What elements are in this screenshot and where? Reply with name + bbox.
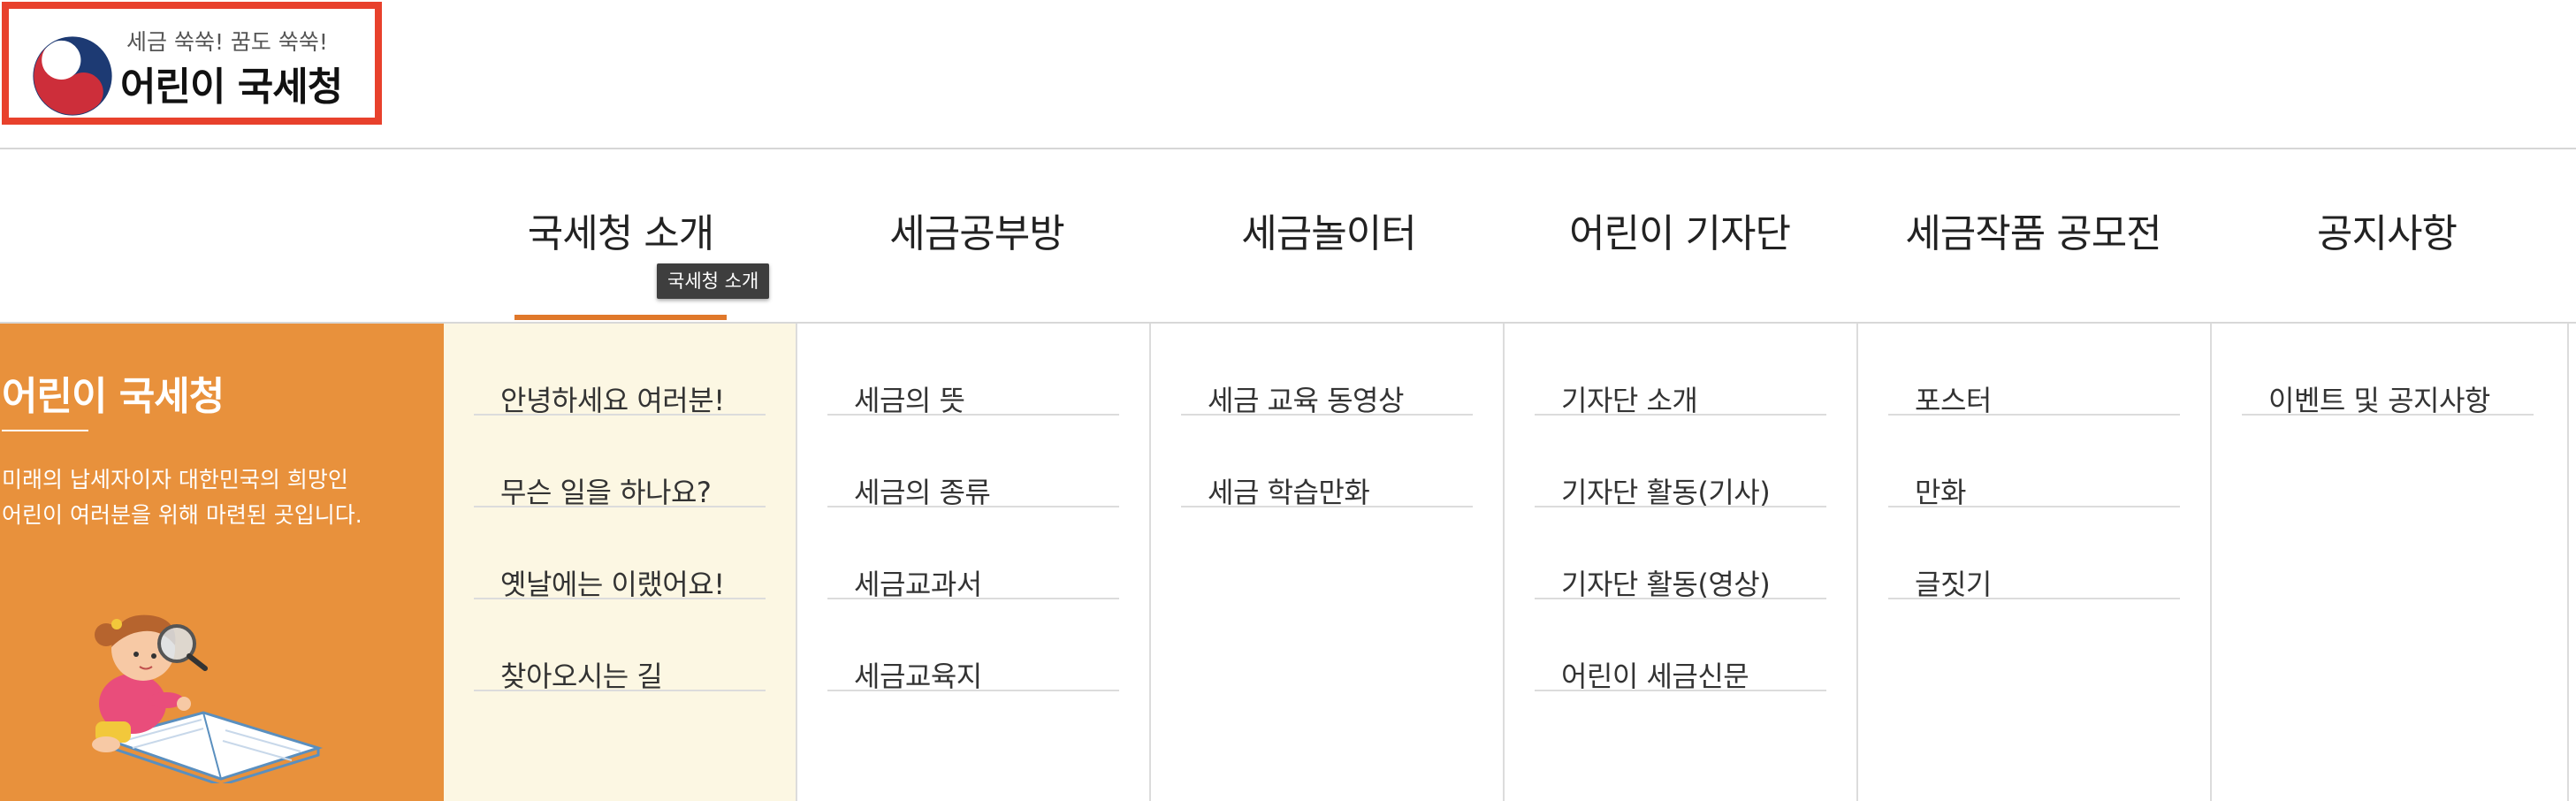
submenu-item-tax-textbook[interactable]: 세금교과서 bbox=[827, 507, 1119, 601]
submenu-item-label: 찾아오시는 길 bbox=[500, 660, 663, 693]
gnb-tooltip: 국세청 소개 bbox=[657, 263, 770, 299]
intro-desc-line-2: 어린이 여러분을 위해 마련된 곳입니다. bbox=[2, 502, 362, 528]
submenu-item-tax-education-paper[interactable]: 세금교육지 bbox=[827, 599, 1119, 693]
submenu-item-label: 기자단 활동(기사) bbox=[1561, 476, 1771, 509]
submenu-item-label: 세금 학습만화 bbox=[1208, 476, 1370, 509]
intro-description: 미래의 납세자이자 대한민국의 희망인 어린이 여러분을 위해 마련된 곳입니다… bbox=[2, 462, 362, 533]
gnb-item-tax-art-contest[interactable]: 세금작품 공모전 bbox=[1892, 202, 2175, 263]
logo-slogan: 세금 쑥쑥! 꿈도 쑥쑥! bbox=[126, 29, 328, 55]
submenu-item-label: 어린이 세금신문 bbox=[1561, 660, 1749, 693]
submenu-item-what-we-do[interactable]: 무슨 일을 하나요? bbox=[474, 416, 766, 509]
intro-panel: 어린이 국세청 미래의 납세자이자 대한민국의 희망인 어린이 여러분을 위해 … bbox=[0, 324, 444, 801]
submenu-item-essay[interactable]: 글짓기 bbox=[1888, 507, 2180, 601]
gnb-active-underline bbox=[514, 315, 727, 320]
submenu-item-reporters-articles[interactable]: 기자단 활동(기사) bbox=[1535, 416, 1826, 509]
submenu-item-tax-comic[interactable]: 세금 학습만화 bbox=[1181, 416, 1473, 509]
submenu-item-label: 세금교육지 bbox=[854, 660, 982, 693]
submenu-item-kids-tax-newspaper[interactable]: 어린이 세금신문 bbox=[1535, 599, 1826, 693]
submenu-item-label: 옛날에는 이랬어요! bbox=[500, 568, 725, 601]
logo-site-name: 어린이 국세청 bbox=[120, 65, 343, 110]
submenu-item-label: 기자단 활동(영상) bbox=[1561, 568, 1771, 601]
submenu-right-edge bbox=[2567, 324, 2576, 801]
submenu-item-label: 세금의 뜻 bbox=[854, 384, 965, 417]
submenu-col-tax-playground: 세금 교육 동영상 세금 학습만화 bbox=[1149, 324, 1505, 801]
submenu-col-notices: 이벤트 및 공지사항 bbox=[2210, 324, 2567, 801]
intro-title: 어린이 국세청 bbox=[2, 374, 225, 419]
submenu-item-label: 무슨 일을 하나요? bbox=[500, 476, 712, 509]
submenu-item-history[interactable]: 옛날에는 이랬어요! bbox=[474, 507, 766, 601]
header-divider bbox=[0, 148, 2576, 149]
intro-desc-line-1: 미래의 납세자이자 대한민국의 희망인 bbox=[2, 467, 348, 492]
submenu-item-poster[interactable]: 포스터 bbox=[1888, 324, 2180, 417]
taegeuk-emblem-icon bbox=[33, 36, 112, 116]
submenu-col-kid-reporters: 기자단 소개 기자단 활동(기사) 기자단 활동(영상) 어린이 세금신문 bbox=[1503, 324, 1858, 801]
submenu-item-label: 세금 교육 동영상 bbox=[1208, 384, 1404, 417]
submenu-item-label: 포스터 bbox=[1915, 384, 1992, 417]
submenu-item-tax-meaning[interactable]: 세금의 뜻 bbox=[827, 324, 1119, 417]
submenu-item-label: 만화 bbox=[1915, 476, 1966, 509]
submenu-item-label: 기자단 소개 bbox=[1561, 384, 1698, 417]
submenu-col-nts-intro: 안녕하세요 여러분! 무슨 일을 하나요? 옛날에는 이랬어요! 찾아오시는 길 bbox=[444, 324, 797, 801]
gnb-item-notices[interactable]: 공지사항 bbox=[2281, 202, 2493, 263]
submenu-item-tax-video[interactable]: 세금 교육 동영상 bbox=[1181, 324, 1473, 417]
submenu-item-hello[interactable]: 안녕하세요 여러분! bbox=[474, 324, 766, 417]
gnb-item-kid-reporters[interactable]: 어린이 기자단 bbox=[1556, 202, 1803, 263]
gnb-item-tax-study-room[interactable]: 세금공부방 bbox=[871, 202, 1083, 263]
site-logo-link[interactable]: 세금 쑥쑥! 꿈도 쑥쑥! 어린이 국세청 bbox=[2, 2, 382, 125]
submenu-item-label: 안녕하세요 여러분! bbox=[500, 384, 725, 417]
submenu-col-tax-art-contest: 포스터 만화 글짓기 bbox=[1856, 324, 2212, 801]
submenu-item-reporters-intro[interactable]: 기자단 소개 bbox=[1535, 324, 1826, 417]
submenu-item-reporters-videos[interactable]: 기자단 활동(영상) bbox=[1535, 507, 1826, 601]
submenu-item-label: 세금교과서 bbox=[854, 568, 982, 601]
submenu-item-label: 이벤트 및 공지사항 bbox=[2268, 384, 2490, 417]
submenu-item-events-notices[interactable]: 이벤트 및 공지사항 bbox=[2242, 324, 2534, 417]
submenu-item-directions[interactable]: 찾아오시는 길 bbox=[474, 599, 766, 693]
submenu-item-tax-types[interactable]: 세금의 종류 bbox=[827, 416, 1119, 509]
gnb-item-nts-intro[interactable]: 국세청 소개 bbox=[514, 202, 727, 263]
submenu-item-label: 글짓기 bbox=[1915, 568, 1992, 601]
submenu-col-tax-study-room: 세금의 뜻 세금의 종류 세금교과서 세금교육지 bbox=[796, 324, 1151, 801]
submenu-item-label: 세금의 종류 bbox=[854, 476, 991, 509]
submenu-item-cartoon[interactable]: 만화 bbox=[1888, 416, 2180, 509]
girl-reading-book-illustration bbox=[92, 614, 324, 783]
intro-title-rule bbox=[2, 430, 88, 431]
gnb-item-tax-playground[interactable]: 세금놀이터 bbox=[1223, 202, 1435, 263]
